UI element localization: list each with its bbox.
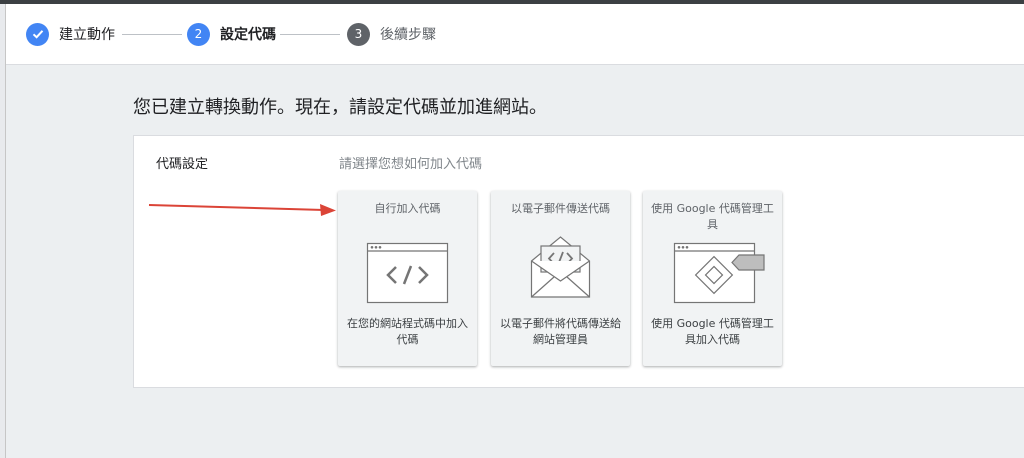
option-email-tag[interactable]: 以電子郵件傳送代碼 以電子郵件將代碼傳送給網站管理員 <box>491 191 630 366</box>
option-install-yourself[interactable]: 自行加入代碼 在您的網站程式碼中加入代碼 <box>338 191 477 366</box>
step-3-label: 後續步驟 <box>380 27 436 43</box>
page-heading: 您已建立轉換動作。現在，請設定代碼並加進網站。 <box>133 97 547 118</box>
step-1[interactable]: 建立動作 <box>26 22 115 46</box>
step-3[interactable]: 3 後續步驟 <box>347 22 436 46</box>
step-2[interactable]: 2 設定代碼 <box>187 22 276 46</box>
option-description: 在您的網站程式碼中加入代碼 <box>347 317 468 346</box>
step-connector <box>122 34 182 35</box>
step-connector <box>280 34 340 35</box>
step-1-label: 建立動作 <box>59 27 115 43</box>
option-tag-manager[interactable]: 使用 Google 代碼管理工具 使用 Google 代碼管理工具加入代碼 <box>643 191 782 366</box>
option-description: 使用 Google 代碼管理工具加入代碼 <box>651 317 774 346</box>
left-edge-strip <box>0 4 6 458</box>
step-3-number: 3 <box>347 22 370 46</box>
check-icon <box>26 22 49 46</box>
annotation-arrow-icon <box>148 204 336 216</box>
panel-label: 代碼設定 <box>156 157 209 172</box>
option-description: 以電子郵件將代碼傳送給網站管理員 <box>500 317 621 346</box>
step-2-label: 設定代碼 <box>220 27 276 43</box>
tag-setup-panel: 代碼設定 請選擇您想如何加入代碼 自行加入代碼 在您的網站程式碼中加入代碼 以電… <box>133 135 1024 388</box>
progress-stepper: 建立動作 2 設定代碼 3 後續步驟 <box>6 4 1024 65</box>
step-2-number: 2 <box>187 22 210 46</box>
panel-hint: 請選擇您想如何加入代碼 <box>339 157 483 172</box>
